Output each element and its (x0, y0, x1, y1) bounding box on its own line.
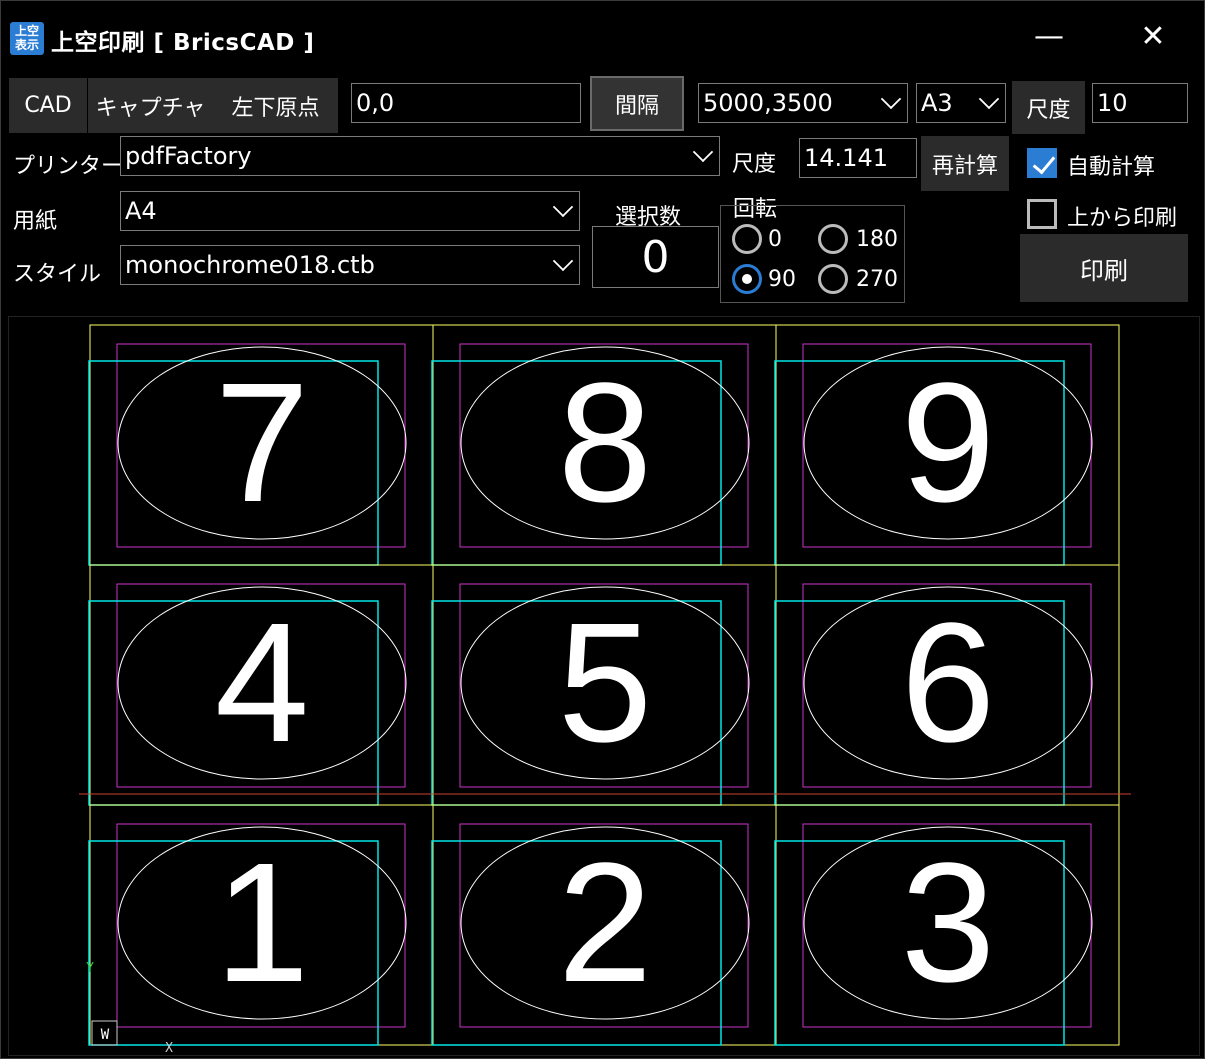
interval-button[interactable]: 間隔 (590, 76, 684, 131)
ucs-y-label: Y (86, 961, 94, 976)
cell-number: 3 (901, 828, 996, 1018)
chevron-down-icon (552, 196, 574, 218)
rotation-180-radio[interactable] (818, 224, 848, 254)
cell-number: 4 (215, 588, 310, 778)
origin-input[interactable]: 0,0 (351, 83, 581, 123)
interval-value: 5000,3500 (703, 89, 833, 117)
title-bar[interactable]: 上空 表示 上空印刷 [ BricsCAD ] — ✕ (1, 1, 1204, 73)
cell-number: 5 (558, 588, 653, 778)
scale-button[interactable]: 尺度 (1012, 81, 1085, 134)
cell-number: 7 (215, 348, 310, 538)
rotation-0-label: 0 (768, 227, 782, 252)
window-title: 上空印刷 [ BricsCAD ] (51, 30, 315, 56)
cad-preview[interactable]: 7 8 9 4 5 6 1 2 3 W Y X (8, 316, 1200, 1056)
printer-value: pdfFactory (125, 142, 252, 170)
auto-calc-label: 自動計算 (1067, 155, 1156, 180)
rotation-270-radio[interactable] (818, 264, 848, 294)
scale-input[interactable]: 10 (1092, 83, 1188, 123)
paper-label: 用紙 (13, 209, 58, 234)
main-window: 上空 表示 上空印刷 [ BricsCAD ] — ✕ CAD キャプチャ 左下… (0, 0, 1205, 1059)
ucs-w-label: W (101, 1027, 110, 1043)
cell-number: 6 (901, 588, 996, 778)
rotation-90-radio[interactable] (732, 264, 762, 294)
rotation-180-label: 180 (856, 227, 898, 252)
chevron-down-icon (552, 250, 574, 272)
printer-combo[interactable]: pdfFactory (120, 136, 720, 176)
cell-number: 9 (901, 348, 996, 538)
rotation-90-label: 90 (768, 267, 796, 292)
minimize-button[interactable]: — (1024, 17, 1074, 57)
print-from-top-checkbox[interactable] (1027, 199, 1057, 229)
style-combo[interactable]: monochrome018.ctb (120, 245, 580, 285)
style-label: スタイル (13, 262, 102, 287)
cell-number: 1 (215, 828, 310, 1018)
paper-combo[interactable]: A4 (120, 191, 580, 231)
printer-label: プリンター (13, 154, 124, 179)
selection-count: 0 (592, 226, 719, 288)
style-value: monochrome018.ctb (125, 251, 375, 279)
recalc-button[interactable]: 再計算 (921, 136, 1009, 191)
capture-button[interactable]: キャプチャ (88, 78, 213, 133)
printer-scale-label: 尺度 (732, 152, 777, 177)
cell-number: 8 (558, 348, 653, 538)
auto-calc-checkbox[interactable] (1027, 148, 1057, 178)
app-icon-text-bottom: 表示 (14, 38, 39, 52)
print-button[interactable]: 印刷 (1020, 234, 1188, 302)
rotation-0-radio[interactable] (732, 224, 762, 254)
interval-combo[interactable]: 5000,3500 (698, 83, 908, 123)
cad-drawing: 7 8 9 4 5 6 1 2 3 W Y X (79, 324, 1131, 1056)
ucs-x-label: X (165, 1041, 173, 1056)
app-icon-text-top: 上空 (14, 24, 39, 38)
close-button[interactable]: ✕ (1128, 17, 1178, 57)
rotation-270-label: 270 (856, 267, 898, 292)
paper-value: A4 (125, 197, 157, 225)
sheet-size-value: A3 (921, 89, 953, 117)
printer-scale-input[interactable]: 14.141 (799, 138, 917, 178)
sheet-size-combo[interactable]: A3 (916, 83, 1006, 123)
chevron-down-icon (880, 88, 902, 110)
cell-number: 2 (558, 828, 653, 1018)
origin-button[interactable]: 左下原点 (213, 78, 338, 133)
cad-button[interactable]: CAD (9, 78, 87, 133)
chevron-down-icon (692, 141, 714, 163)
app-icon: 上空 表示 (10, 22, 44, 55)
print-from-top-label: 上から印刷 (1067, 206, 1178, 231)
chevron-down-icon (978, 88, 1000, 110)
